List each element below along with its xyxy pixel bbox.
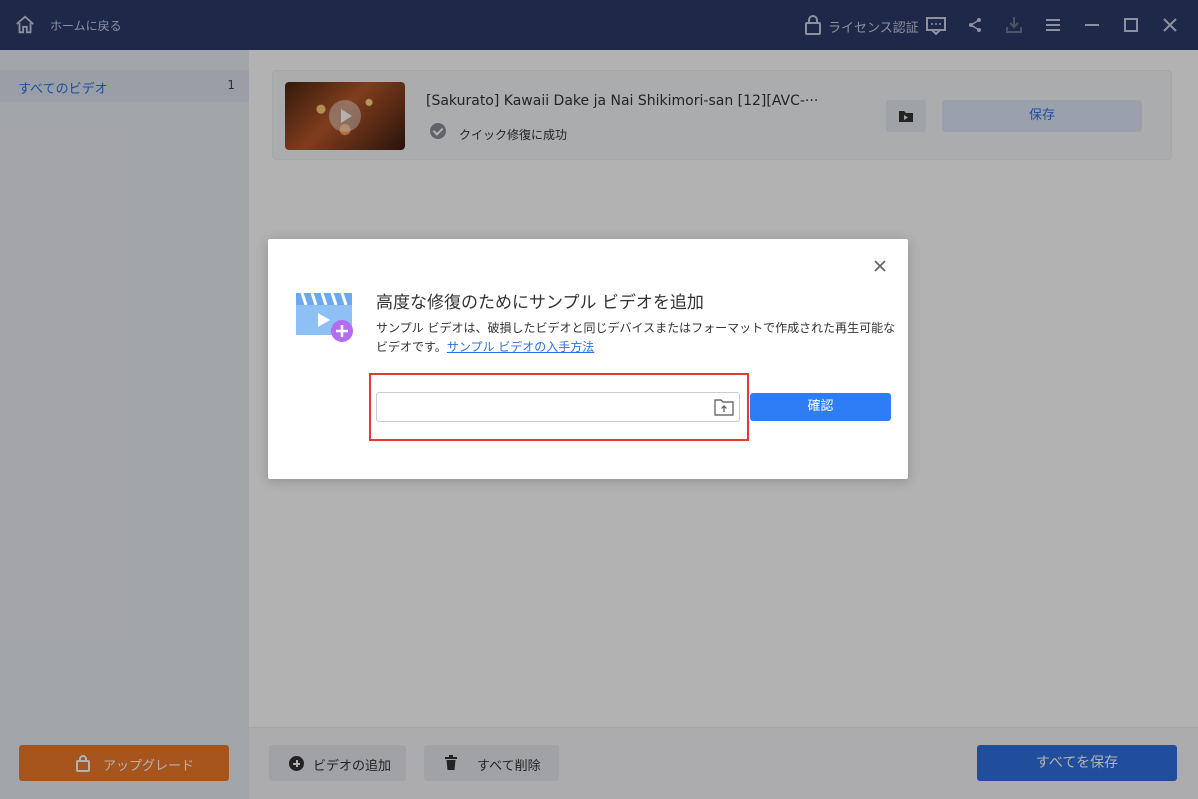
folder-upload-icon[interactable]	[714, 398, 734, 416]
dialog-description: サンプル ビデオは、破損したビデオと同じデバイスまたはフォーマットで作成された再…	[376, 319, 896, 357]
dialog-title: 高度な修復のためにサンプル ビデオを追加	[376, 293, 704, 313]
sample-video-path-input[interactable]	[376, 392, 740, 422]
close-icon[interactable]	[871, 257, 889, 275]
add-sample-video-dialog: 高度な修復のためにサンプル ビデオを追加 サンプル ビデオは、破損したビデオと同…	[268, 239, 908, 479]
confirm-button[interactable]: 確認	[750, 393, 891, 421]
how-to-get-sample-link[interactable]: サンプル ビデオの入手方法	[447, 340, 594, 354]
video-add-icon	[296, 292, 353, 342]
